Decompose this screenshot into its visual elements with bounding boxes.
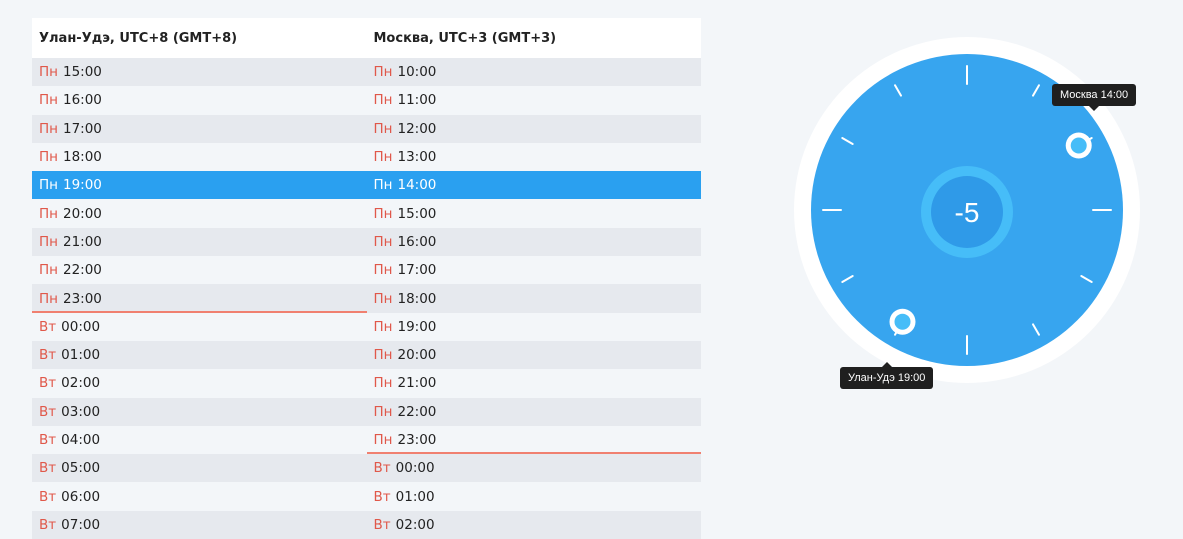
moscow-time-tooltip: Москва 14:00	[1052, 84, 1137, 111]
ulan-ude-time-tooltip: Улан-Удэ 19:00	[840, 362, 934, 389]
ulan-ude-time-handle[interactable]	[889, 308, 916, 335]
time-difference-value: -5	[955, 197, 980, 228]
moscow-time-handle[interactable]	[1065, 132, 1092, 159]
time-difference-dial: -5	[794, 37, 1140, 383]
